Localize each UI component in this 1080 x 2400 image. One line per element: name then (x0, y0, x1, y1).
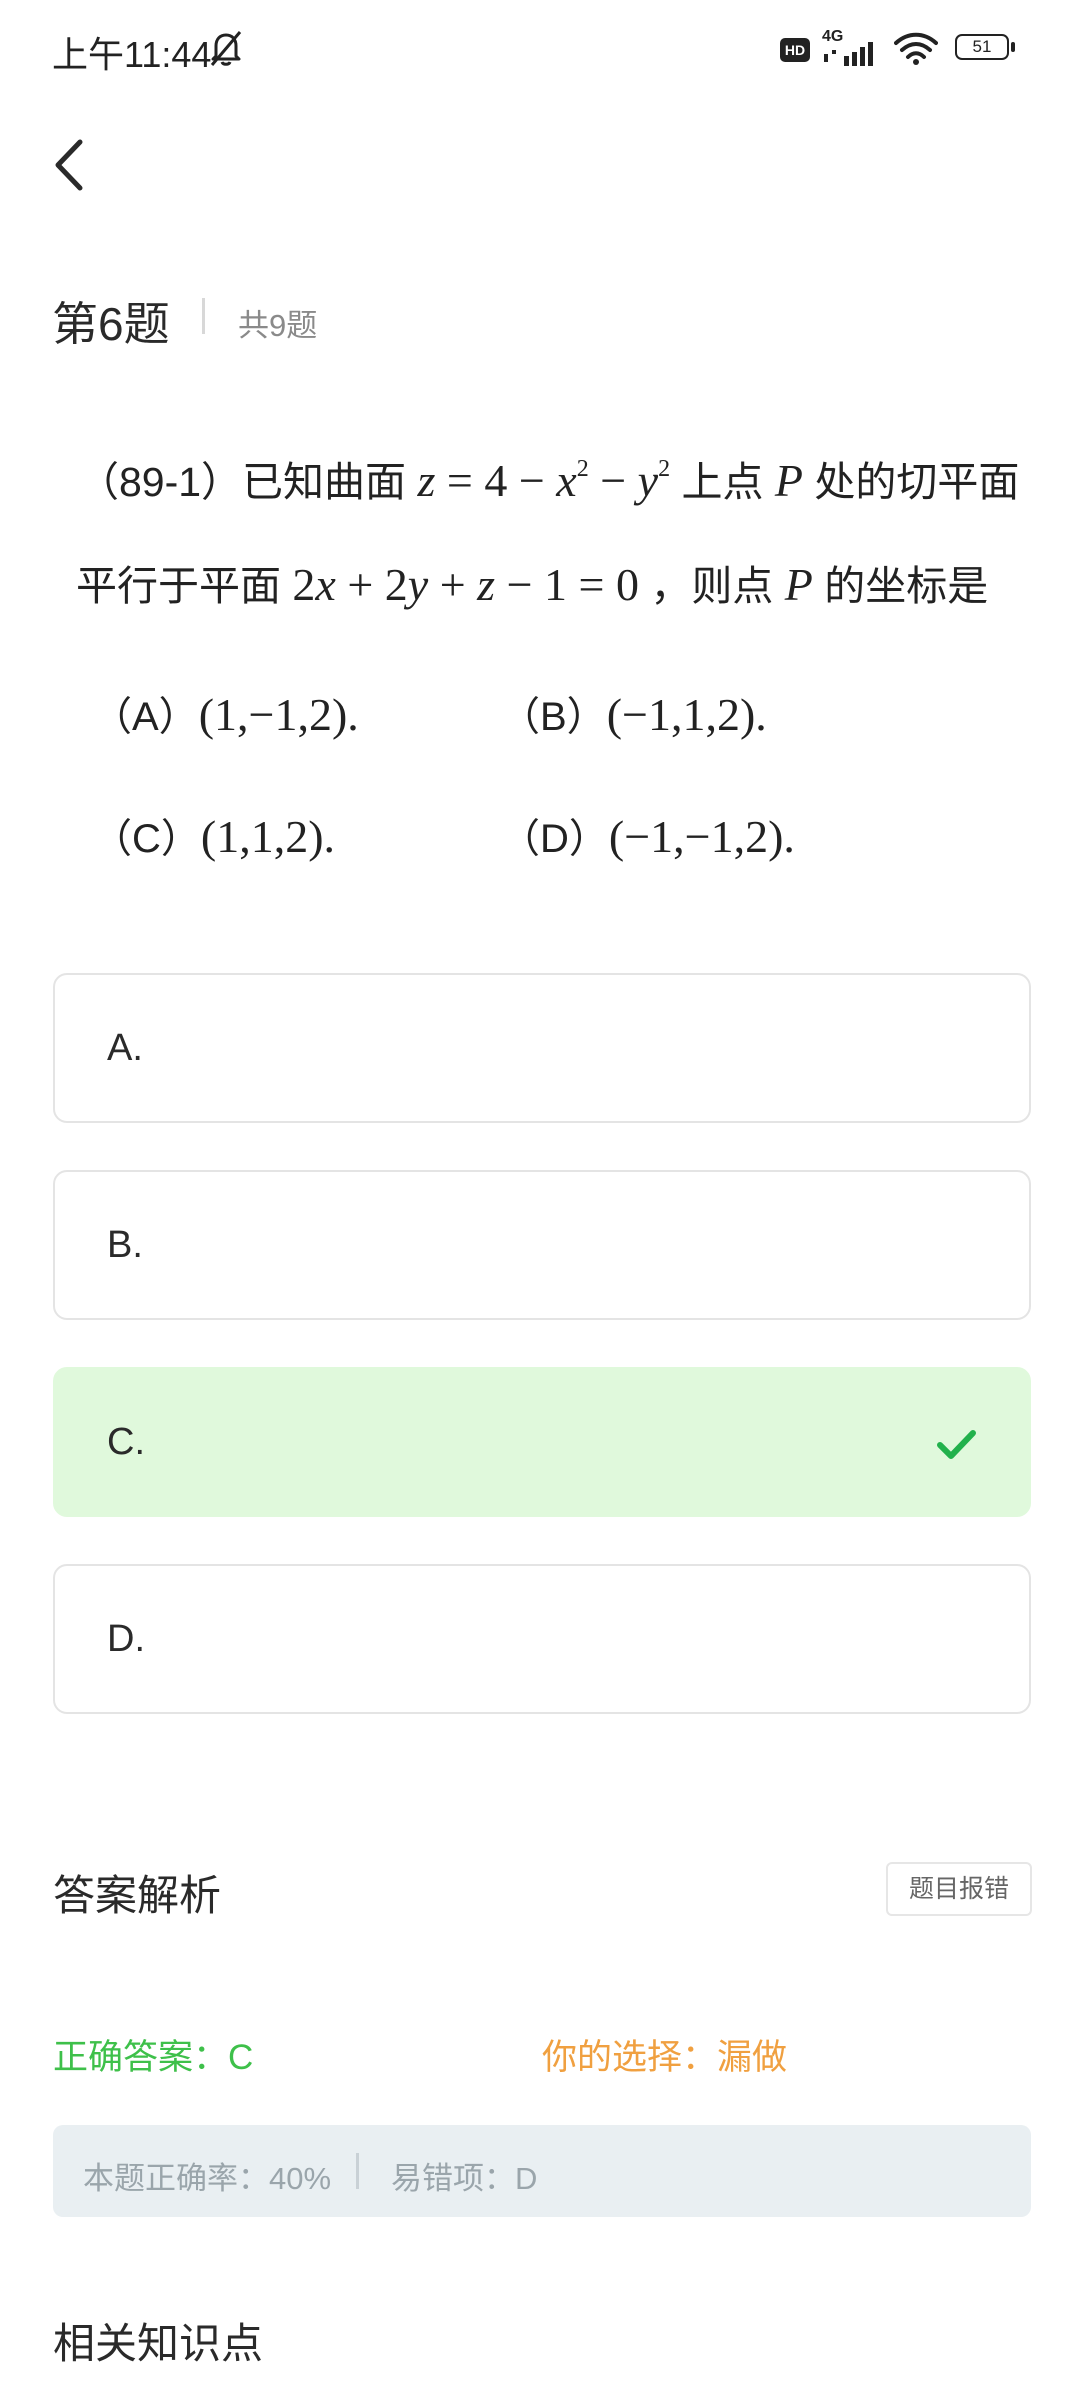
question-text-mid2: 处的切平面 (814, 459, 1020, 505)
question-choice-a: （A）(1,−1,2). (92, 689, 359, 740)
signal-icon: 4G (822, 28, 882, 70)
status-bar: 上午11:44 HD 4G 51 (0, 0, 1080, 100)
plane-equation: 2x + 2y + z − 1 = 0 (292, 559, 639, 610)
header-divider (202, 298, 205, 334)
question-choice-d: （D）(−1,−1,2). (500, 811, 795, 862)
option-label: D. (107, 1618, 145, 1660)
analysis-title: 答案解析 (53, 1872, 222, 1919)
question-line-2: 平行于平面 2x + 2y + z − 1 = 0 ，则点 P 的坐标是 (76, 552, 988, 612)
correct-answer: 正确答案：C (53, 2038, 254, 2077)
question-choice-c: （C）(1,1,2). (92, 811, 336, 862)
question-text-line2-prefix: 平行于平面 (76, 563, 281, 609)
option-a[interactable]: A. (53, 973, 1031, 1123)
option-label: B. (107, 1224, 143, 1266)
back-arrow-icon[interactable] (40, 130, 100, 200)
stats-bar: 本题正确率：40% 易错项：D (53, 2125, 1031, 2217)
question-total: 共9题 (238, 308, 318, 343)
bell-off-icon (210, 31, 242, 66)
question-text-line2-mid: ，则点 (650, 563, 774, 609)
surface-equation: z = 4 − x2 − y2 (417, 455, 671, 506)
accuracy-rate: 本题正确率：40% (83, 2161, 332, 2196)
question-text-mid1: 上点 (681, 459, 764, 505)
option-c[interactable]: C. (53, 1367, 1031, 1517)
question-number: 第6题 (52, 298, 170, 350)
status-time: 上午11:44 (52, 34, 212, 75)
stats-divider (356, 2153, 359, 2189)
wifi-icon (894, 32, 938, 65)
related-knowledge-title: 相关知识点 (53, 2320, 264, 2367)
question-choice-b: （B）(−1,1,2). (500, 689, 767, 740)
battery-level: 51 (972, 37, 992, 56)
option-b[interactable]: B. (53, 1170, 1031, 1320)
point-p: P (784, 559, 813, 610)
option-label: A. (107, 1027, 143, 1069)
your-choice: 你的选择：漏做 (542, 2038, 788, 2077)
question-text-line2-suffix: 的坐标是 (824, 563, 989, 609)
option-label: C. (107, 1421, 145, 1463)
option-d[interactable]: D. (53, 1564, 1031, 1714)
question-text-prefix: （89-1）已知曲面 (78, 459, 407, 505)
question-line-1: （89-1）已知曲面 z = 4 − x2 − y2 上点 P 处的切平面 (78, 448, 1019, 508)
battery-icon: 51 (955, 34, 1017, 64)
point-p: P (774, 455, 803, 506)
check-icon (937, 1430, 976, 1459)
common-wrong-option: 易错项：D (391, 2161, 538, 2196)
hd-badge: HD (780, 38, 810, 62)
report-error-button[interactable]: 题目报错 (886, 1862, 1032, 1916)
